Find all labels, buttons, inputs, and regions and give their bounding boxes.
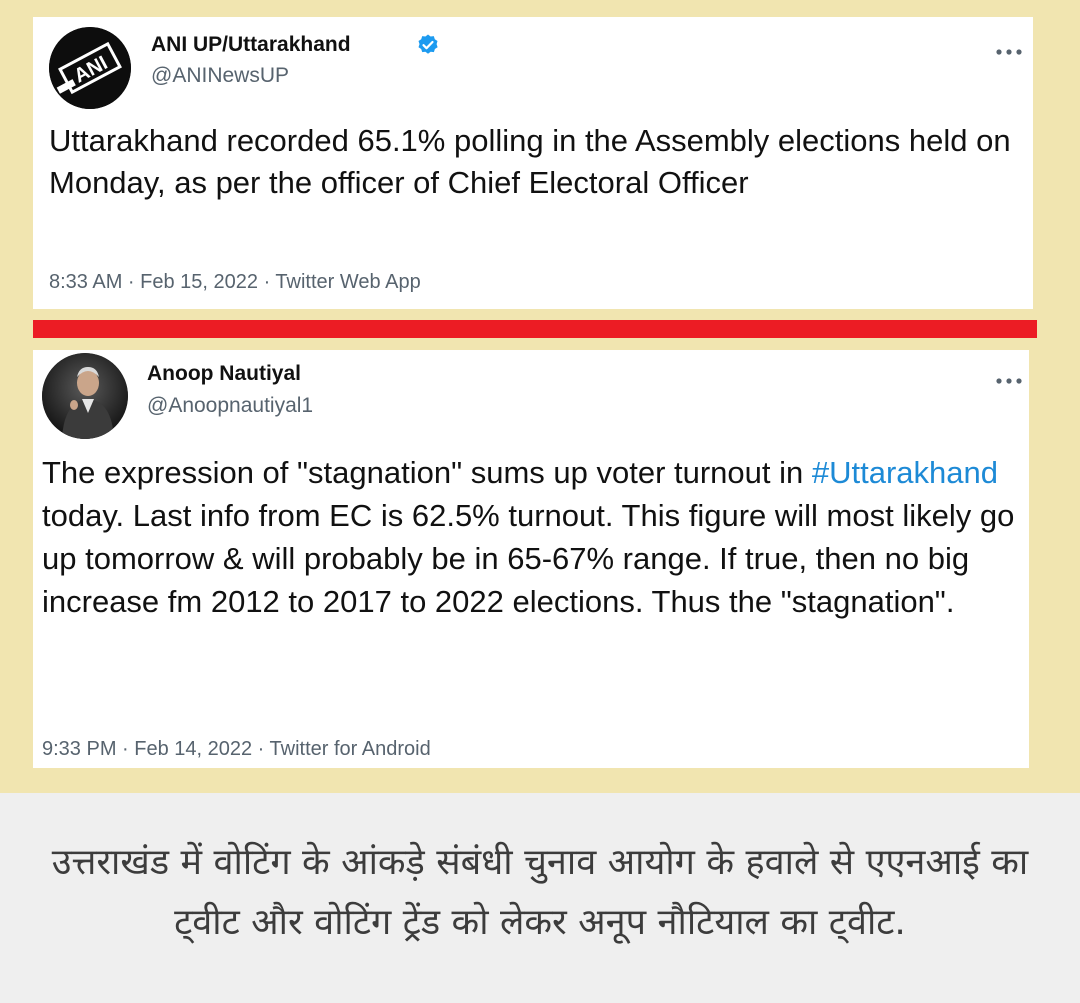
user-handle[interactable]: @Anoopnautiyal1 — [147, 394, 313, 418]
tweet-text-part: The expression of "stagnation" sums up v… — [42, 455, 812, 490]
image-caption: उत्तराखंड में वोटिंग के आंकड़े संबंधी चु… — [51, 842, 1029, 943]
tweet-text-part: today. Last info from EC is 62.5% turnou… — [42, 498, 1015, 619]
display-name[interactable]: Anoop Nautiyal — [147, 362, 301, 386]
tweet-screenshot-collage: ANI ANI UP/Uttarakhand @ANINewsUP Uttara… — [0, 0, 1080, 793]
more-options-icon[interactable] — [995, 372, 1023, 384]
more-options-icon[interactable] — [995, 43, 1023, 55]
tweet-timestamp[interactable]: 8:33 AM · Feb 15, 2022 · Twitter Web App — [49, 271, 421, 294]
display-name[interactable]: ANI UP/Uttarakhand — [151, 33, 351, 57]
caption-area: उत्तराखंड में वोटिंग के आंकड़े संबंधी चु… — [0, 793, 1080, 1003]
tweet-card-anoop[interactable]: Anoop Nautiyal @Anoopnautiyal1 The expre… — [33, 350, 1029, 768]
tweet-timestamp[interactable]: 9:33 PM · Feb 14, 2022 · Twitter for And… — [42, 738, 431, 761]
tweet-text: Uttarakhand recorded 65.1% polling in th… — [49, 123, 1011, 200]
ani-logo-icon[interactable]: ANI — [49, 27, 131, 109]
red-divider — [33, 320, 1037, 338]
verified-badge-icon — [416, 33, 440, 57]
page: ANI ANI UP/Uttarakhand @ANINewsUP Uttara… — [0, 0, 1080, 1003]
hashtag-link[interactable]: #Uttarakhand — [812, 455, 998, 490]
profile-photo-avatar[interactable] — [42, 353, 128, 439]
user-handle[interactable]: @ANINewsUP — [151, 64, 289, 88]
tweet-card-ani[interactable]: ANI ANI UP/Uttarakhand @ANINewsUP Uttara… — [33, 17, 1033, 309]
tweet-text: The expression of "stagnation" sums up v… — [42, 451, 1022, 623]
